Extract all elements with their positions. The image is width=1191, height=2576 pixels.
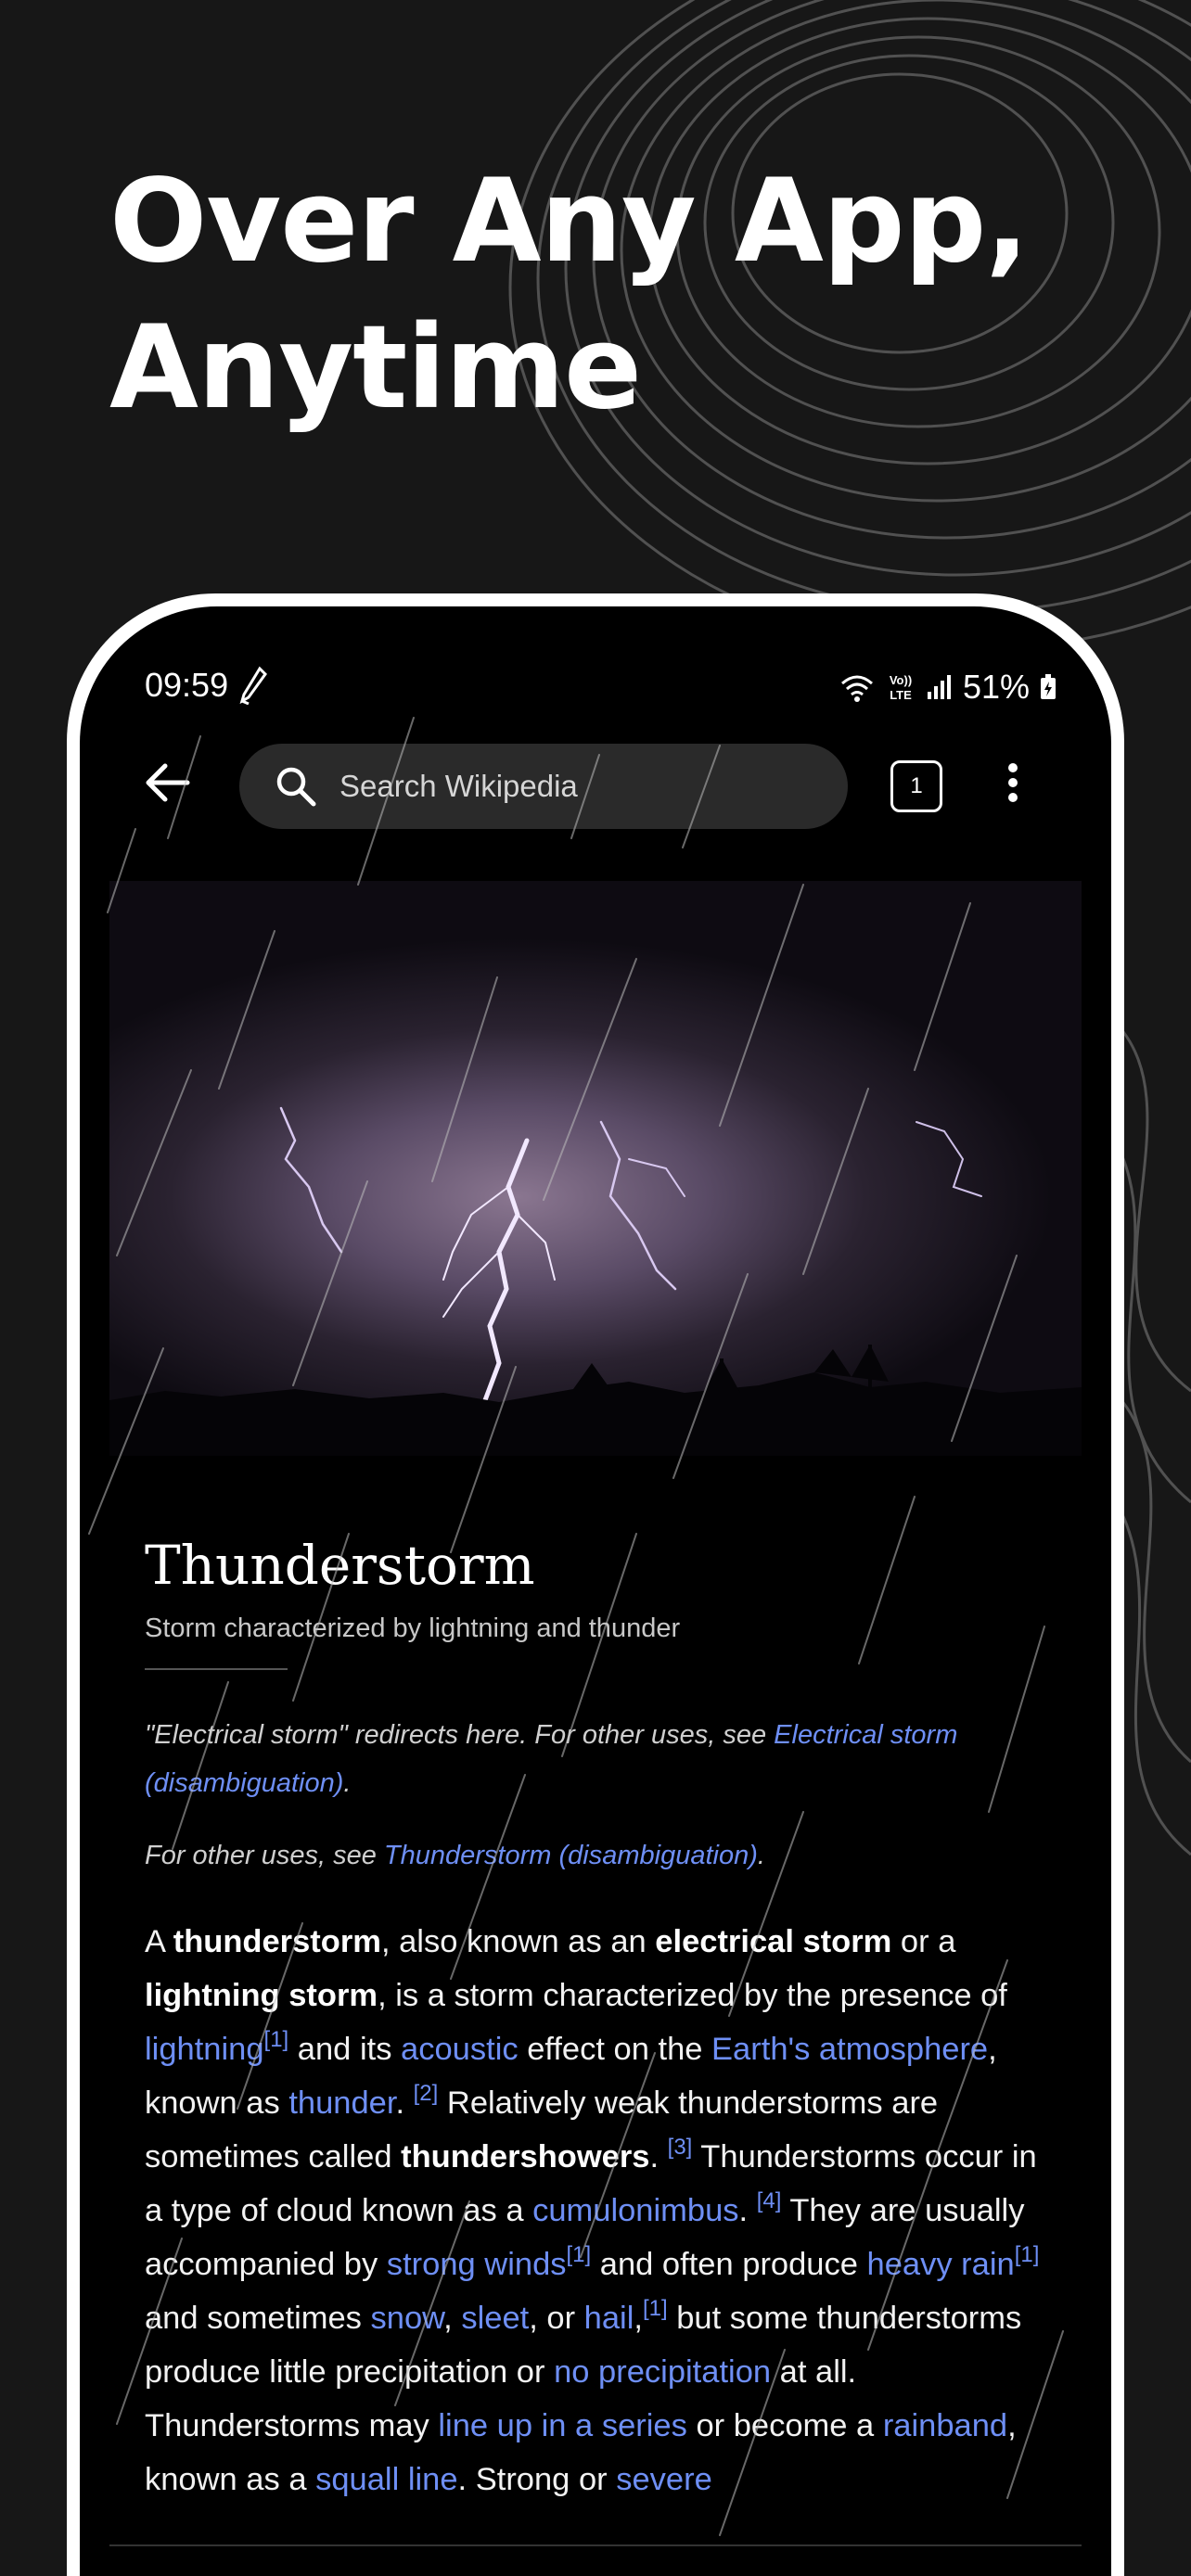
- link-earths-atmosphere[interactable]: Earth's atmosphere: [711, 2032, 988, 2067]
- text: or a: [891, 1924, 956, 1959]
- search-icon: [276, 767, 316, 807]
- phone-frame: 09:59 Vo)) LTE 51% Search Wikipedia 1 Th…: [67, 593, 1124, 2576]
- bottom-action-bar: [80, 2554, 1111, 2576]
- bold-term: thunderstorm: [173, 1924, 381, 1959]
- reference-link[interactable]: [4]: [757, 2188, 782, 2213]
- search-input[interactable]: [339, 769, 803, 804]
- headline: Over Any App, Anytime: [109, 148, 1030, 441]
- phone-screen: 09:59 Vo)) LTE 51% Search Wikipedia 1 Th…: [80, 606, 1111, 2576]
- signal-icon: [927, 675, 951, 699]
- bottom-bar-divider: [109, 2544, 1082, 2546]
- reference-link[interactable]: [1]: [643, 2296, 668, 2321]
- volte-icon: Vo)) LTE: [890, 673, 912, 702]
- link-rainband[interactable]: rainband: [883, 2408, 1007, 2443]
- reference-link[interactable]: [2]: [414, 2081, 439, 2106]
- reference-link[interactable]: [1]: [567, 2242, 592, 2267]
- article-content: Thunderstorm Storm characterized by ligh…: [145, 1534, 1063, 2506]
- status-time: 09:59: [145, 666, 229, 704]
- article-lead-image[interactable]: [109, 881, 1082, 1456]
- text: , also known as an: [380, 1924, 656, 1959]
- reference-link[interactable]: [1]: [264, 2027, 289, 2052]
- app-toolbar: 1: [80, 733, 1111, 835]
- link-thunderstorm-disambiguation[interactable]: Thunderstorm (disambiguation): [384, 1841, 758, 1870]
- link-squall-line[interactable]: squall line: [315, 2462, 457, 2497]
- reference-link[interactable]: [1]: [1015, 2242, 1040, 2267]
- status-right-group: Vo)) LTE 51%: [839, 668, 1057, 707]
- text: , or: [529, 2301, 584, 2336]
- text: . Strong or: [457, 2462, 617, 2497]
- lightning-image: [109, 1106, 1082, 1456]
- article-paragraph: A thunderstorm, also known as an electri…: [145, 1924, 1040, 2497]
- link-heavy-rain[interactable]: heavy rain: [867, 2247, 1015, 2282]
- battery-percent: 51%: [962, 668, 1030, 706]
- hatnote-text: For other uses, see: [145, 1841, 384, 1870]
- text: or become a: [686, 2408, 883, 2443]
- overflow-menu-icon[interactable]: [994, 757, 1031, 809]
- article-title: Thunderstorm: [145, 1534, 535, 1597]
- text: and often produce: [591, 2247, 867, 2282]
- article-description: Storm characterized by lightning and thu…: [145, 1613, 681, 1643]
- reference-link[interactable]: [3]: [668, 2135, 693, 2160]
- bold-term: electrical storm: [655, 1924, 892, 1959]
- svg-text:Vo)): Vo)): [890, 673, 912, 687]
- text: and sometimes: [145, 2301, 371, 2336]
- bold-term: lightning storm: [145, 1978, 378, 2013]
- status-bar: 09:59 Vo)) LTE 51%: [80, 666, 1111, 721]
- headline-line-1: Over Any App,: [109, 155, 1030, 288]
- hatnote-other-uses: For other uses, see Thunderstorm (disamb…: [145, 1841, 765, 1870]
- link-line-up-in-a-series[interactable]: line up in a series: [438, 2408, 687, 2443]
- link-no-precipitation[interactable]: no precipitation: [554, 2354, 771, 2390]
- bold-term: thundershowers: [401, 2139, 650, 2174]
- link-snow[interactable]: snow: [371, 2301, 444, 2336]
- headline-line-2: Anytime: [109, 301, 642, 435]
- svg-text:LTE: LTE: [890, 688, 912, 702]
- hatnote-redirect: "Electrical storm" redirects here. For o…: [145, 1720, 958, 1798]
- tabs-count-button[interactable]: 1: [890, 760, 942, 812]
- link-lightning[interactable]: lightning: [145, 2032, 264, 2067]
- battery-charging-icon: [1041, 674, 1056, 699]
- pen-icon: [239, 666, 267, 705]
- text: and its: [288, 2032, 402, 2067]
- title-divider: [145, 1668, 288, 1670]
- link-strong-winds[interactable]: strong winds: [387, 2247, 567, 2282]
- wifi-icon: [840, 675, 873, 702]
- link-hail[interactable]: hail: [584, 2301, 634, 2336]
- link-severe[interactable]: severe: [616, 2462, 712, 2497]
- link-cumulonimbus[interactable]: cumulonimbus: [532, 2193, 738, 2228]
- text: A: [145, 1924, 173, 1959]
- link-sleet[interactable]: sleet: [461, 2301, 529, 2336]
- link-thunder[interactable]: thunder: [288, 2085, 395, 2121]
- hatnote-text: "Electrical storm" redirects here. For o…: [145, 1720, 775, 1750]
- text: , is a storm characterized by the presen…: [378, 1978, 1007, 2013]
- link-acoustic[interactable]: acoustic: [401, 2032, 519, 2067]
- text: effect on the: [518, 2032, 712, 2067]
- search-bar[interactable]: [239, 744, 848, 829]
- back-arrow-icon[interactable]: [141, 757, 193, 809]
